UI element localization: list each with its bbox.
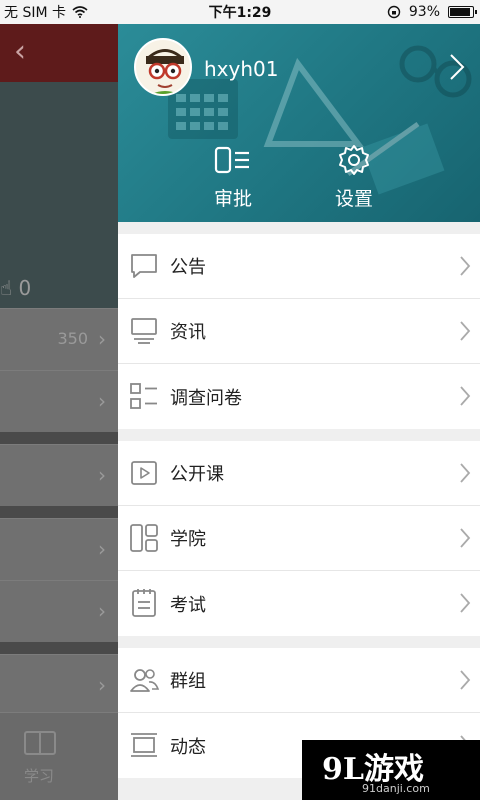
background-count: ☝ 0: [0, 276, 31, 300]
menu-item-survey[interactable]: 调查问卷: [118, 364, 480, 429]
settings-button[interactable]: 设置: [309, 142, 399, 211]
chevron-right-icon: ›: [98, 537, 106, 561]
menu-item-academy[interactable]: 学院: [118, 506, 480, 571]
back-icon[interactable]: ‹: [14, 34, 26, 69]
background-row-value: 350: [57, 329, 88, 348]
menu-item-label: 公告: [170, 257, 206, 278]
background-header: ‹: [0, 24, 118, 82]
battery-level: [450, 8, 471, 16]
background-row[interactable]: ›: [0, 654, 118, 716]
username[interactable]: hxyh01: [204, 57, 278, 81]
approval-button[interactable]: 审批: [188, 142, 278, 211]
menu-section: 公告 资讯 调查问卷: [118, 234, 480, 429]
background-row[interactable]: ›: [0, 444, 118, 506]
side-drawer: hxyh01 审批 设置 公告 资讯 调查问卷 公开课 学院 考试 群组 动态 …: [118, 24, 480, 800]
tab-study-label: 学习: [24, 767, 55, 785]
watermark-url: 91danji.com: [362, 782, 430, 795]
menu-item-open-course[interactable]: 公开课: [118, 441, 480, 506]
gear-icon: [339, 145, 369, 175]
site-watermark: 9L游戏 91danji.com: [302, 740, 480, 800]
chevron-right-icon: [460, 321, 471, 341]
rotation-lock-icon: [387, 5, 401, 19]
menu-item-label: 动态: [170, 736, 206, 758]
chevron-right-icon: [460, 593, 471, 613]
approval-label: 审批: [213, 188, 252, 210]
monitor-icon: [131, 318, 157, 344]
menu-item-groups[interactable]: 群组: [118, 648, 480, 713]
survey-list-icon: [130, 383, 157, 409]
chevron-right-icon: ›: [98, 599, 106, 623]
menu-section: 公开课 学院 考试: [118, 441, 480, 636]
background-divider: [0, 432, 118, 444]
chevron-right-icon: [460, 463, 471, 483]
status-left: 无 SIM 卡: [4, 2, 88, 22]
menu-item-label: 考试: [170, 594, 206, 616]
book-icon: [24, 731, 56, 755]
menu-item-label: 调查问卷: [170, 387, 242, 409]
menu-item-exam[interactable]: 考试: [118, 571, 480, 636]
exam-paper-icon: [132, 589, 156, 617]
menu-item-label: 群组: [170, 671, 206, 692]
background-row[interactable]: ›: [0, 370, 118, 432]
grid-layout-icon: [130, 524, 158, 552]
tab-study[interactable]: 学习: [0, 712, 118, 800]
chat-bubble-icon: [131, 254, 157, 278]
battery-percent: 93%: [408, 4, 440, 20]
menu-item-news[interactable]: 资讯: [118, 299, 480, 364]
profile-chevron-icon[interactable]: [446, 52, 468, 82]
avatar[interactable]: [134, 38, 192, 96]
drawer-header: hxyh01 审批 设置: [118, 24, 480, 222]
status-right: 93%: [387, 4, 477, 20]
background-row[interactable]: 350 ›: [0, 308, 118, 370]
chevron-right-icon: ›: [98, 389, 106, 413]
carrier-label: 无 SIM 卡: [4, 5, 66, 21]
like-icon: ☝: [0, 276, 13, 300]
group-icon: [130, 669, 160, 692]
like-count: 0: [18, 276, 32, 300]
settings-label: 设置: [334, 188, 373, 210]
background-page[interactable]: ‹ ☝ 0 350 › › › › › › 学习: [0, 24, 118, 800]
menu-item-label: 学院: [170, 529, 206, 550]
chevron-right-icon: [460, 528, 471, 548]
menu-item-label: 资讯: [170, 322, 206, 343]
chevron-right-icon: [460, 386, 471, 406]
video-play-icon: [131, 461, 157, 485]
chevron-right-icon: ›: [98, 327, 106, 351]
chevron-right-icon: ›: [98, 673, 106, 697]
background-divider: [0, 642, 118, 654]
chevron-right-icon: ›: [98, 463, 106, 487]
background-divider: [0, 506, 118, 518]
menu-item-label: 公开课: [170, 464, 224, 485]
background-hero: ☝ 0: [0, 82, 118, 308]
wifi-icon: [72, 6, 88, 18]
approval-icon: [214, 146, 249, 174]
chevron-right-icon: [460, 670, 471, 690]
chevron-right-icon: [460, 256, 471, 276]
feed-icon: [131, 733, 157, 757]
background-row[interactable]: ›: [0, 518, 118, 580]
battery-icon: [448, 6, 477, 18]
status-bar: 无 SIM 卡 下午1:29 93%: [0, 0, 480, 24]
background-row[interactable]: ›: [0, 580, 118, 642]
menu-item-announcements[interactable]: 公告: [118, 234, 480, 299]
